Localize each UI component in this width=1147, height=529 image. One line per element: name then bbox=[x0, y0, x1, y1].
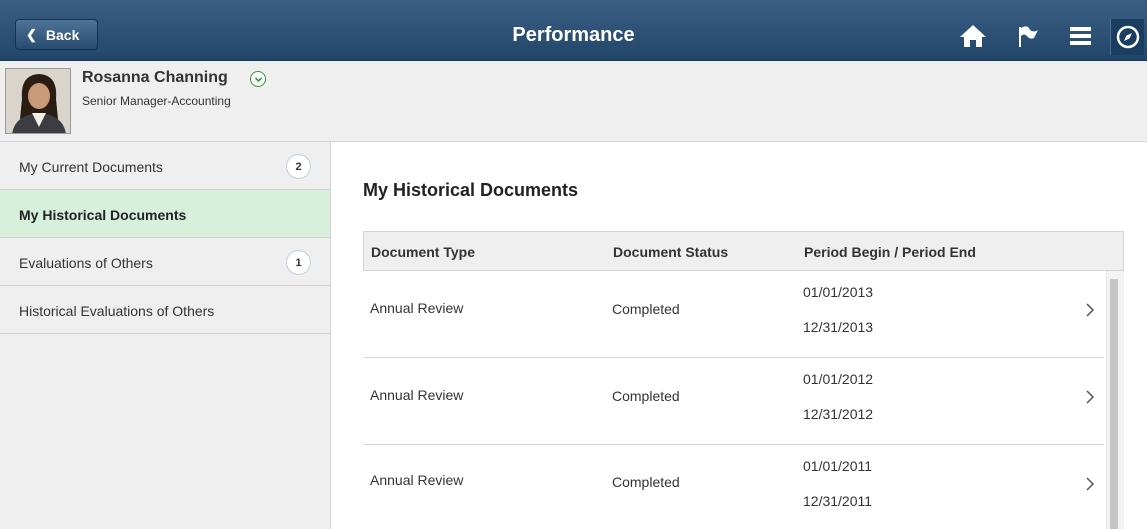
count-badge: 2 bbox=[286, 154, 311, 179]
sidebar-item-label: Historical Evaluations of Others bbox=[19, 303, 215, 319]
sidebar-item-evaluations-of-others[interactable]: Evaluations of Others 1 bbox=[0, 238, 330, 286]
table-row[interactable]: Annual Review Completed 01/01/2012 12/31… bbox=[363, 358, 1104, 445]
avatar bbox=[5, 68, 71, 134]
sidebar-item-label: Evaluations of Others bbox=[19, 255, 153, 271]
sidebar: My Current Documents 2 My Historical Doc… bbox=[0, 142, 331, 529]
menu-icon[interactable] bbox=[1070, 27, 1091, 45]
sidebar-item-label: My Historical Documents bbox=[19, 207, 187, 223]
document-status: Completed bbox=[612, 474, 680, 490]
period-end: 12/31/2012 bbox=[803, 406, 874, 422]
period-begin: 01/01/2012 bbox=[803, 371, 874, 387]
scrollbar-thumb[interactable] bbox=[1110, 279, 1118, 529]
count-badge: 1 bbox=[286, 250, 311, 275]
page-heading: My Historical Documents bbox=[363, 180, 579, 200]
compass-icon bbox=[1116, 25, 1139, 49]
flag-icon[interactable] bbox=[1016, 25, 1040, 49]
column-header-document-type: Document Type bbox=[371, 244, 475, 260]
period-begin: 01/01/2011 bbox=[803, 458, 873, 474]
home-icon[interactable] bbox=[959, 24, 987, 48]
sidebar-item-historical-evaluations-of-others[interactable]: Historical Evaluations of Others bbox=[0, 286, 330, 334]
document-type: Annual Review bbox=[370, 387, 464, 403]
employee-name: Rosanna Channing bbox=[82, 69, 228, 86]
chevron-right-icon[interactable] bbox=[1085, 390, 1095, 404]
employee-job-title: Senior Manager-Accounting bbox=[82, 94, 231, 108]
document-type: Annual Review bbox=[370, 472, 464, 488]
sidebar-item-my-current-documents[interactable]: My Current Documents 2 bbox=[0, 142, 330, 190]
top-banner: ❮ Back Performance bbox=[0, 0, 1147, 61]
sidebar-item-my-historical-documents[interactable]: My Historical Documents bbox=[0, 190, 330, 238]
chevron-right-icon[interactable] bbox=[1085, 303, 1095, 317]
document-status: Completed bbox=[612, 301, 680, 317]
column-header-document-status: Document Status bbox=[613, 244, 729, 260]
navbar-button[interactable] bbox=[1110, 19, 1144, 55]
chevron-right-icon[interactable] bbox=[1085, 477, 1095, 491]
employee-actions-chevron-icon[interactable] bbox=[250, 71, 266, 87]
table-row[interactable]: Annual Review Completed 01/01/2013 12/31… bbox=[363, 271, 1104, 358]
period-begin: 01/01/2013 bbox=[803, 284, 874, 300]
grid-header: Document Type Document Status Period Beg… bbox=[363, 231, 1124, 271]
table-row[interactable]: Annual Review Completed 01/01/2011 12/31… bbox=[363, 445, 1104, 529]
employee-banner: Rosanna Channing Senior Manager-Accounti… bbox=[0, 61, 1147, 142]
document-status: Completed bbox=[612, 388, 680, 404]
document-type: Annual Review bbox=[370, 300, 464, 316]
period-end: 12/31/2011 bbox=[803, 493, 873, 509]
column-header-period: Period Begin / Period End bbox=[804, 244, 976, 260]
sidebar-item-label: My Current Documents bbox=[19, 159, 163, 175]
period-end: 12/31/2013 bbox=[803, 319, 874, 335]
